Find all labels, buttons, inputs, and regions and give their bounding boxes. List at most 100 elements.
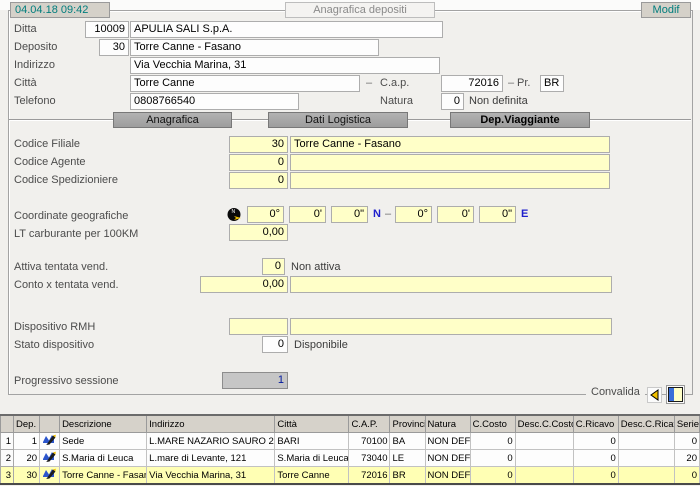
lt-carburante-field[interactable]: 0,00 (229, 224, 288, 241)
cell-descrizione: Torre Canne - Fasano (60, 467, 147, 485)
codice-agente-desc-field[interactable] (290, 154, 610, 171)
cell-c_ricavo: 0 (573, 433, 618, 450)
column-header-c_costo: C.Costo (470, 415, 515, 433)
coord-dash: – (385, 208, 391, 220)
edit-icon (43, 434, 56, 445)
cell-provincia: BA (390, 433, 425, 450)
natura-code-field[interactable]: 0 (441, 93, 464, 110)
lat-deg-field[interactable]: 0° (247, 206, 284, 223)
cell-provincia: BR (390, 467, 425, 485)
column-header-c_ricavo: C.Ricavo (573, 415, 618, 433)
column-header-icon (40, 415, 60, 433)
cell-descrizione: Sede (60, 433, 147, 450)
datetime-display: 04.04.18 09:42 (10, 2, 110, 18)
cell-dep: 20 (14, 450, 40, 467)
lt-carburante-label: LT carburante per 100KM (14, 228, 138, 240)
pr-field[interactable]: BR (540, 75, 564, 92)
exit-door-button[interactable] (666, 385, 685, 404)
cell-desc_c_costo (515, 450, 573, 467)
cell-num: 1 (1, 433, 14, 450)
deposito-code-field[interactable]: 30 (99, 39, 129, 56)
cell-desc_c_costo (515, 467, 573, 485)
attiva-tentata-field[interactable]: 0 (262, 258, 285, 275)
conto-tentata-field[interactable]: 0,00 (200, 276, 288, 293)
column-header-dep: Dep. (14, 415, 40, 433)
ditta-name-field[interactable]: APULIA SALI S.p.A. (130, 21, 443, 38)
table-row[interactable]: 11SedeL.MARE NAZARIO SAURO 211BARI70100B… (1, 433, 700, 450)
cell-citta: S.Maria di Leuca (275, 450, 349, 467)
conto-tentata-label: Conto x tentata vend. (14, 279, 119, 291)
cell-serie: 20 (674, 450, 699, 467)
lon-min-field[interactable]: 0' (437, 206, 474, 223)
row-edit-icon-cell (40, 433, 60, 450)
exit-door-icon (668, 387, 683, 402)
cell-natura: NON DEFINITA (425, 450, 470, 467)
table-row[interactable]: 330Torre Canne - FasanoVia Vecchia Marin… (1, 467, 700, 485)
codice-filiale-label: Codice Filiale (14, 138, 80, 150)
column-header-natura: Natura (425, 415, 470, 433)
dispositivo-rmh-desc-field[interactable] (290, 318, 612, 335)
table-row[interactable]: 220S.Maria di LeucaL.mare di Levante, 12… (1, 450, 700, 467)
cell-desc_c_ricavo (618, 433, 674, 450)
telefono-label: Telefono (14, 95, 56, 107)
codice-filiale-field[interactable]: 30 (229, 136, 288, 153)
cap-field[interactable]: 72016 (441, 75, 503, 92)
citta-field[interactable]: Torre Canne (130, 75, 360, 92)
row-edit-icon-cell (40, 450, 60, 467)
svg-text:N: N (232, 209, 236, 215)
cell-cap: 72016 (349, 467, 390, 485)
ditta-code-field[interactable]: 10009 (85, 21, 129, 38)
pr-label: Pr. (517, 77, 530, 89)
codice-agente-field[interactable]: 0 (229, 154, 288, 171)
dispositivo-rmh-field[interactable] (229, 318, 288, 335)
stato-dispositivo-field[interactable]: 0 (262, 336, 288, 353)
cell-num: 3 (1, 467, 14, 485)
conto-tentata-desc-field[interactable] (290, 276, 612, 293)
codice-filiale-desc-field[interactable]: Torre Canne - Fasano (290, 136, 610, 153)
cap-label: C.a.p. (380, 77, 409, 89)
cell-provincia: LE (390, 450, 425, 467)
codice-agente-label: Codice Agente (14, 156, 86, 168)
indirizzo-field[interactable]: Via Vecchia Marina, 31 (130, 57, 440, 74)
natura-label: Natura (380, 95, 413, 107)
cell-num: 2 (1, 450, 14, 467)
mode-indicator: Modif (641, 2, 691, 18)
column-header-provincia: Provincia (390, 415, 425, 433)
codice-spedizioniere-field[interactable]: 0 (229, 172, 288, 189)
lon-deg-field[interactable]: 0° (395, 206, 432, 223)
lat-sec-field[interactable]: 0" (331, 206, 368, 223)
column-header-citta: Città (275, 415, 349, 433)
codice-spedizioniere-desc-field[interactable] (290, 172, 610, 189)
cell-c_costo: 0 (470, 433, 515, 450)
cell-descrizione: S.Maria di Leuca (60, 450, 147, 467)
cell-natura: NON DEFINITA (425, 467, 470, 485)
stato-dispositivo-label: Stato dispositivo (14, 339, 94, 351)
cell-serie: 0 (674, 433, 699, 450)
tab-anagrafica[interactable]: Anagrafica (113, 112, 232, 128)
lon-direction: E (521, 208, 528, 220)
column-header-desc_c_costo: Desc.C.Costo (515, 415, 573, 433)
dispositivo-rmh-label: Dispositivo RMH (14, 321, 95, 333)
tab-dep-viaggiante[interactable]: Dep.Viaggiante (450, 112, 590, 128)
cell-indirizzo: L.mare di Levante, 121 (147, 450, 275, 467)
column-header-num (1, 415, 14, 433)
arrow-left-icon (649, 389, 660, 401)
natura-desc: Non definita (469, 95, 528, 107)
coordinate-label: Coordinate geografiche (14, 210, 128, 222)
cell-indirizzo: L.MARE NAZARIO SAURO 211 (147, 433, 275, 450)
deposito-name-field[interactable]: Torre Canne - Fasano (130, 39, 379, 56)
page-title: Anagrafica depositi (285, 2, 435, 18)
cell-serie: 0 (674, 467, 699, 485)
telefono-field[interactable]: 0808766540 (130, 93, 299, 110)
cell-citta: Torre Canne (275, 467, 349, 485)
lat-min-field[interactable]: 0' (289, 206, 326, 223)
indirizzo-label: Indirizzo (14, 59, 55, 71)
tab-dati-logistica[interactable]: Dati Logistica (268, 112, 408, 128)
prev-record-button[interactable] (647, 387, 662, 403)
lon-sec-field[interactable]: 0" (479, 206, 516, 223)
cell-indirizzo: Via Vecchia Marina, 31 (147, 467, 275, 485)
column-header-descrizione: Descrizione (60, 415, 147, 433)
cell-desc_c_ricavo (618, 467, 674, 485)
lat-direction: N (373, 208, 381, 220)
cell-desc_c_costo (515, 433, 573, 450)
